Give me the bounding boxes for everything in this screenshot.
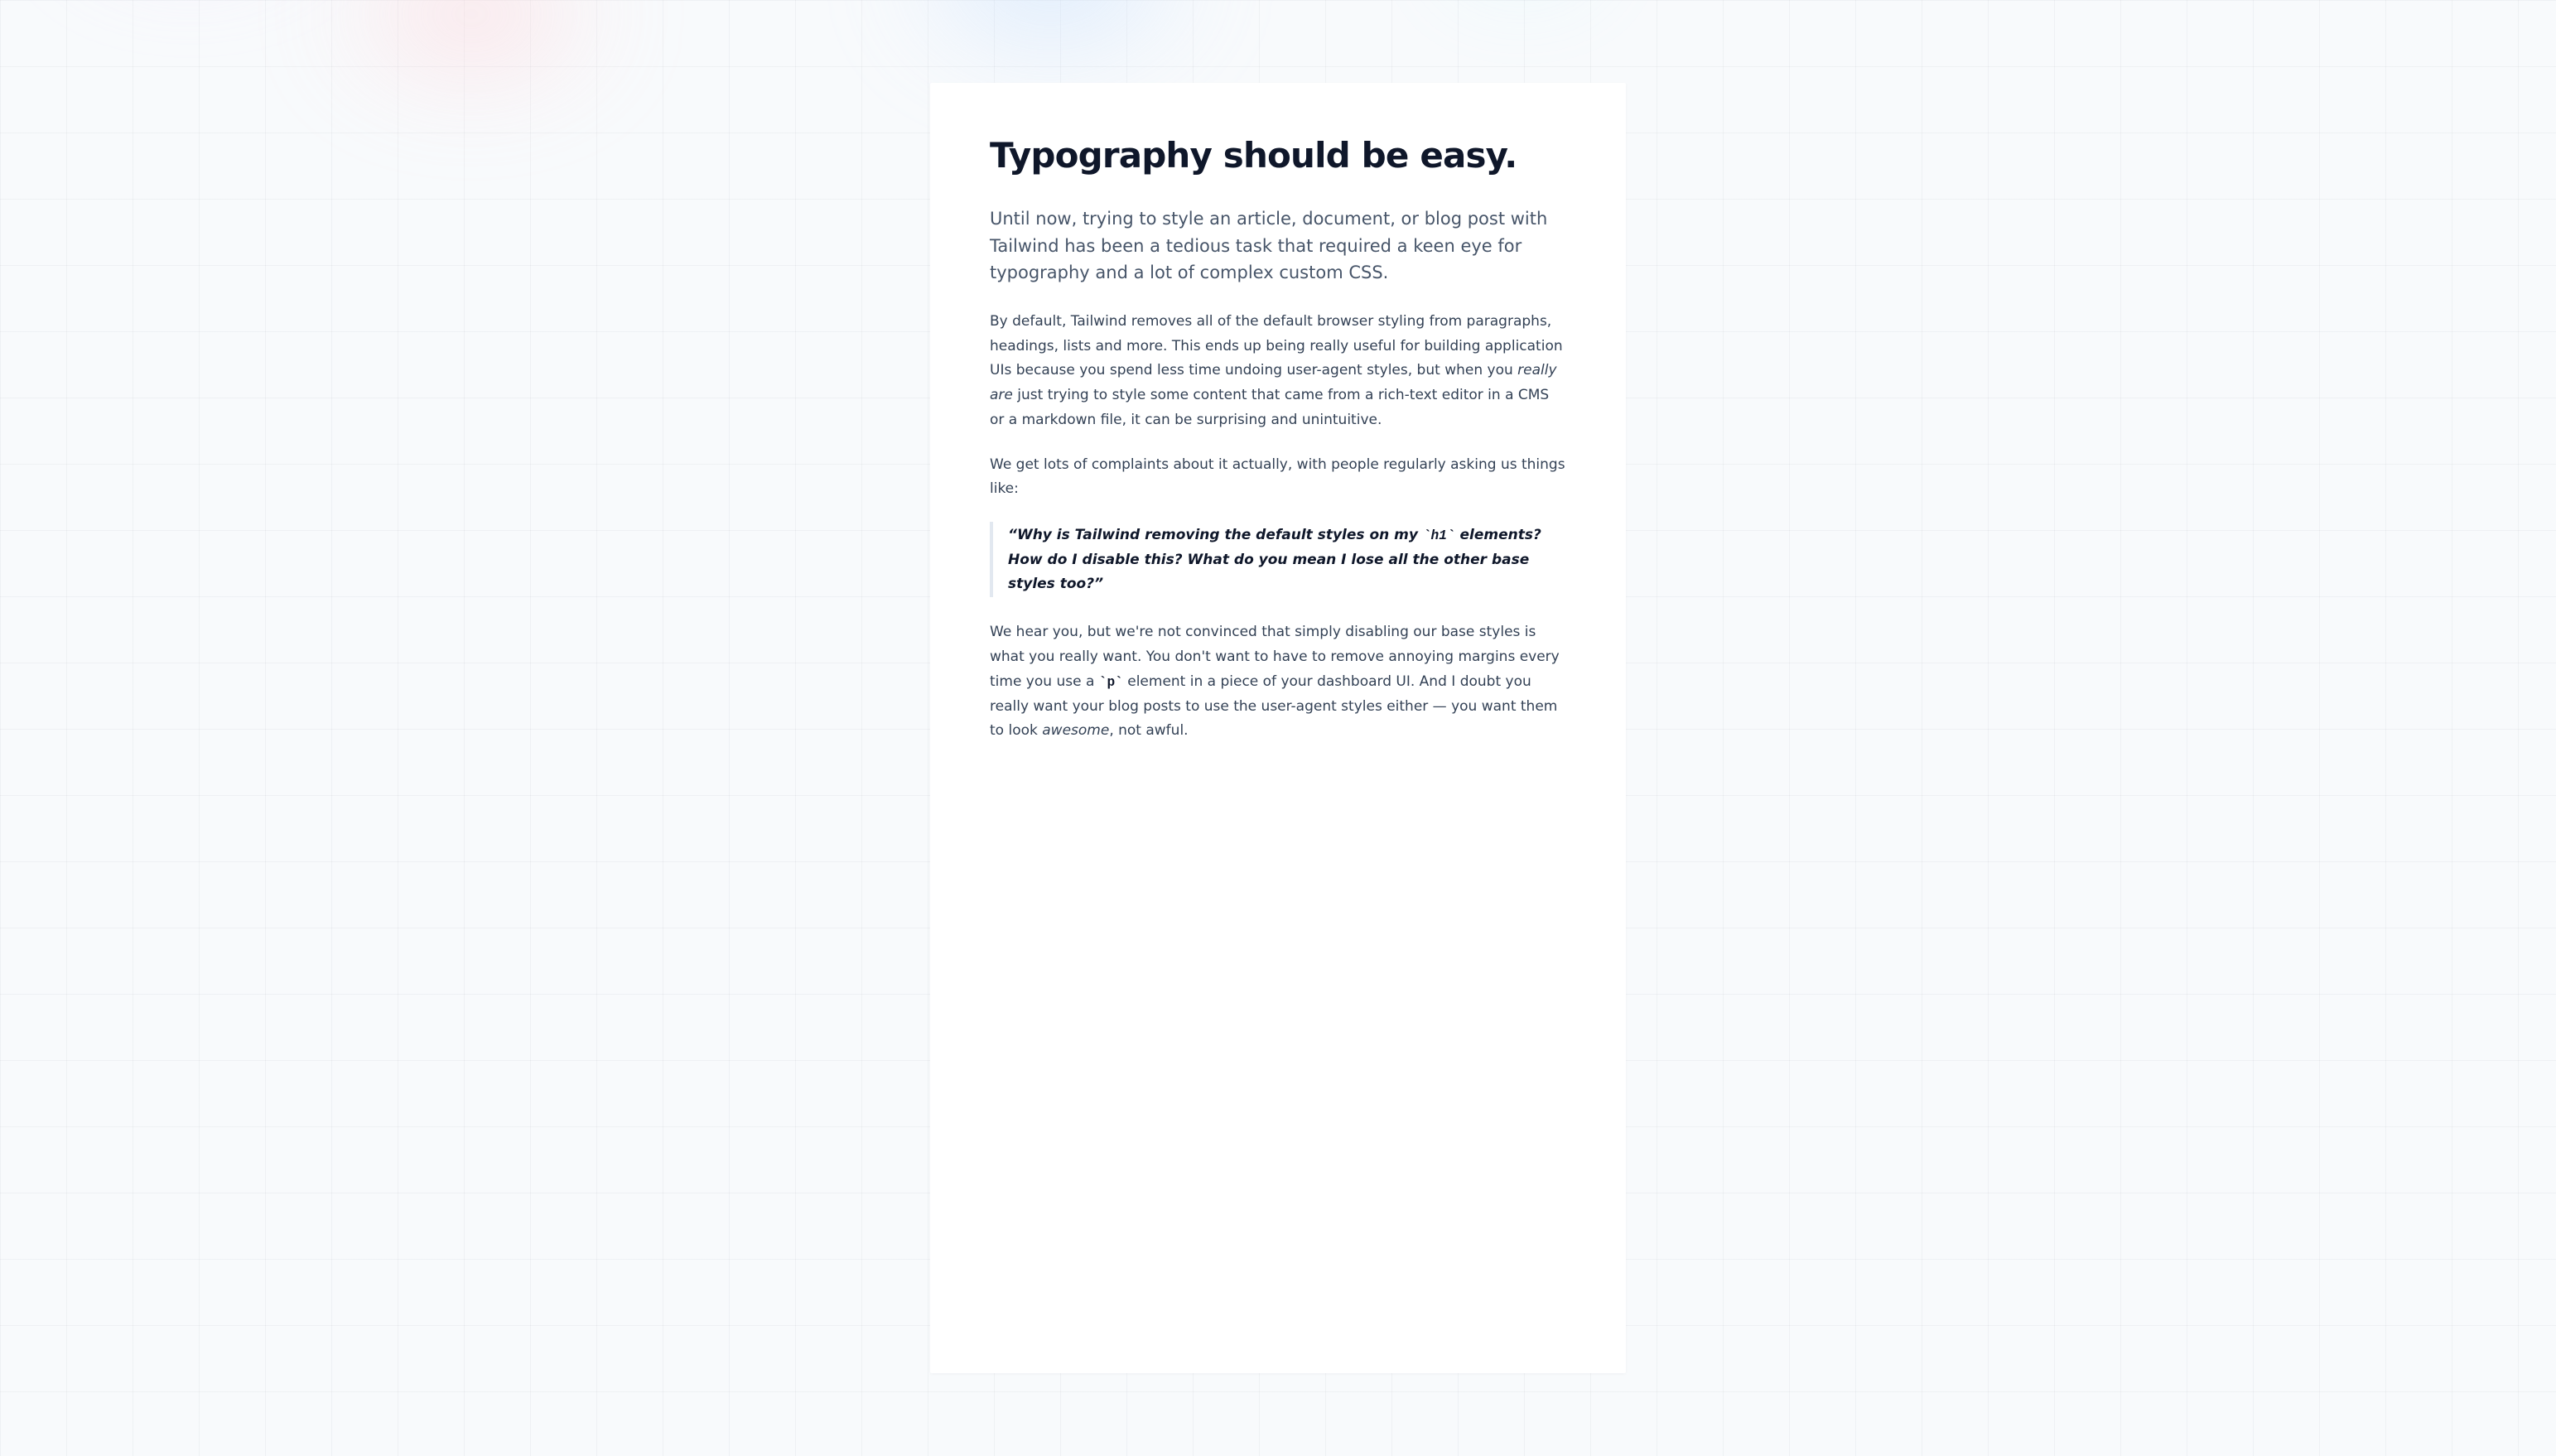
paragraph-text: just trying to style some content that c… [990, 387, 1549, 428]
inline-code: p [1099, 675, 1123, 690]
article-title: Typography should be easy. [990, 136, 1566, 176]
emphasis-text: awesome [1042, 722, 1109, 739]
article-blockquote: “Why is Tailwind removing the default st… [990, 522, 1566, 597]
article-card: Typography should be easy. Until now, tr… [930, 83, 1626, 1373]
article-paragraph: We hear you, but we're not convinced tha… [990, 620, 1566, 744]
paragraph-text: , not awful. [1109, 722, 1188, 739]
quote-text: “Why is Tailwind removing the default st… [1008, 527, 1423, 543]
paragraph-text: By default, Tailwind removes all of the … [990, 313, 1563, 379]
article-paragraph: By default, Tailwind removes all of the … [990, 310, 1566, 433]
inline-code: h1 [1423, 528, 1455, 543]
article-paragraph: We get lots of complaints about it actua… [990, 453, 1566, 503]
blockquote-text: “Why is Tailwind removing the default st… [1008, 523, 1566, 595]
article-lead: Until now, trying to style an article, d… [990, 205, 1566, 287]
